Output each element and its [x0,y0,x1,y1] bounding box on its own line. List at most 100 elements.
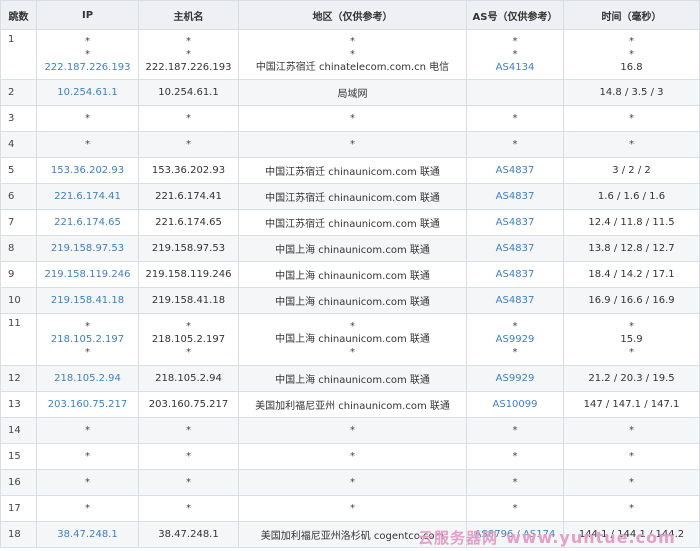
cell-region-line: * [350,347,355,358]
header-asn: AS号（仅供参考） [466,0,564,30]
cell-hostname: * 218.105.2.197 * [138,313,239,366]
cell-asn: * AS9929 * [466,313,564,366]
header-ip: IP [36,0,139,30]
cell-ip[interactable]: 10.254.61.1 [36,79,139,106]
cell-hostname: 203.160.75.217 [138,391,239,418]
cell-time: 21.2 / 20.3 / 19.5 [563,365,700,392]
cell-hop: 12 [0,365,37,392]
table-row: 12 218.105.2.94 218.105.2.94 中国上海 chinaunic… [0,365,700,392]
cell-region: * [238,105,467,132]
cell-hop: 13 [0,391,37,418]
cell-region: 中国上海 chinaunicom.com 联通 [238,365,467,392]
cell-ip-line: * [85,36,90,47]
cell-time-line: * [629,49,634,60]
cell-hostname: * [138,443,239,470]
cell-region: * [238,495,467,522]
cell-hop: 15 [0,443,37,470]
cell-ip: * [36,495,139,522]
cell-region: * * 中国江苏宿迁 chinatelecom.com.cn 电信 [238,29,467,80]
cell-hop: 11 [0,313,37,366]
cell-asn[interactable]: AS4837 [466,183,564,210]
cell-ip-line[interactable]: 222.187.226.193 [39,61,136,74]
table-row: 17 * * * * * [0,495,700,522]
table-row: 13 203.160.75.217 203.160.75.217 美国加利福尼亚州 c… [0,391,700,418]
cell-hostname: 221.6.174.41 [138,183,239,210]
watermark-url: www.yuntue.com [506,527,676,547]
cell-region: 中国江苏宿迁 chinaunicom.com 联通 [238,209,467,236]
cell-region: 美国加利福尼亚州 chinaunicom.com 联通 [238,391,467,418]
cell-ip-line: * [85,321,90,332]
cell-ip: * [36,469,139,496]
cell-asn: * [466,469,564,496]
cell-region: 中国江苏宿迁 chinaunicom.com 联通 [238,157,467,184]
cell-hostname: * [138,495,239,522]
cell-hop: 14 [0,417,37,444]
cell-ip[interactable]: 219.158.119.246 [36,261,139,288]
cell-asn[interactable]: AS4837 [466,287,564,314]
cell-hostname-line: * [186,36,191,47]
cell-asn[interactable]: AS4837 [466,261,564,288]
cell-ip[interactable]: 221.6.174.41 [36,183,139,210]
cell-asn[interactable]: AS9929 [466,365,564,392]
cell-ip: * * 222.187.226.193 [36,29,139,80]
cell-asn[interactable]: AS4837 [466,235,564,262]
cell-hop: 4 [0,131,37,158]
cell-ip[interactable]: 153.36.202.93 [36,157,139,184]
cell-ip[interactable]: 219.158.41.18 [36,287,139,314]
table-row: 4 * * * * * [0,131,700,158]
cell-hostname: * * 222.187.226.193 [138,29,239,80]
cell-asn: * [466,443,564,470]
cell-ip[interactable]: 219.158.97.53 [36,235,139,262]
table-row: 6 221.6.174.41 221.6.174.41 中国江苏宿迁 chinauni… [0,183,700,210]
cell-ip[interactable]: 38.47.248.1 [36,521,139,548]
cell-time: 12.4 / 11.8 / 11.5 [563,209,700,236]
cell-asn [466,79,564,106]
cell-asn[interactable]: AS10099 [466,391,564,418]
cell-hostname: 219.158.41.18 [138,287,239,314]
cell-region: 中国江苏宿迁 chinaunicom.com 联通 [238,183,467,210]
cell-hostname: 221.6.174.65 [138,209,239,236]
cell-time: * [563,417,700,444]
cell-hop: 10 [0,287,37,314]
cell-asn-line[interactable]: AS4134 [469,61,561,74]
cell-ip[interactable]: 221.6.174.65 [36,209,139,236]
cell-region: 局域网 [238,79,467,106]
cell-region-line: * [350,36,355,47]
cell-time: 13.8 / 12.8 / 12.7 [563,235,700,262]
table-row: 8 219.158.97.53 219.158.97.53 中国上海 chinauni… [0,235,700,262]
cell-time: 3 / 2 / 2 [563,157,700,184]
cell-time-line: 16.8 [620,62,643,73]
cell-hostname: 38.47.248.1 [138,521,239,548]
cell-time: 147 / 147.1 / 147.1 [563,391,700,418]
cell-asn-line: * [512,36,518,47]
cell-time: * [563,469,700,496]
cell-asn-line: * [512,321,518,332]
cell-hostname: 10.254.61.1 [138,79,239,106]
cell-region: * [238,417,467,444]
cell-asn[interactable]: AS4837 [466,157,564,184]
cell-region: 中国上海 chinaunicom.com 联通 [238,287,467,314]
table-row: 16 * * * * * [0,469,700,496]
cell-asn-line[interactable]: AS9929 [469,333,561,346]
cell-time-line: * [629,321,634,332]
cell-asn: * [466,105,564,132]
table-row: 1 * * 222.187.226.193 * * 222.187.226.193 * * 中国江… [0,29,700,80]
cell-hostname: 218.105.2.94 [138,365,239,392]
cell-time: * [563,443,700,470]
cell-asn-line: * [512,347,518,358]
table-row: 5 153.36.202.93 153.36.202.93 中国江苏宿迁 chinau… [0,157,700,184]
table-row: 7 221.6.174.65 221.6.174.65 中国江苏宿迁 chinauni… [0,209,700,236]
cell-hostname: * [138,105,239,132]
cell-ip-line[interactable]: 218.105.2.197 [39,333,136,346]
cell-hostname-line: * [186,49,191,60]
table-row: 2 10.254.61.1 10.254.61.1 局域网 14.8 / 3.5 / 3 [0,79,700,106]
cell-hop: 1 [0,29,37,80]
cell-ip[interactable]: 218.105.2.94 [36,365,139,392]
cell-hop: 9 [0,261,37,288]
cell-ip[interactable]: 203.160.75.217 [36,391,139,418]
cell-asn: * * AS4134 [466,29,564,80]
cell-region: * [238,131,467,158]
cell-asn[interactable]: AS4837 [466,209,564,236]
cell-time: * * 16.8 [563,29,700,80]
cell-hostname: * [138,417,239,444]
